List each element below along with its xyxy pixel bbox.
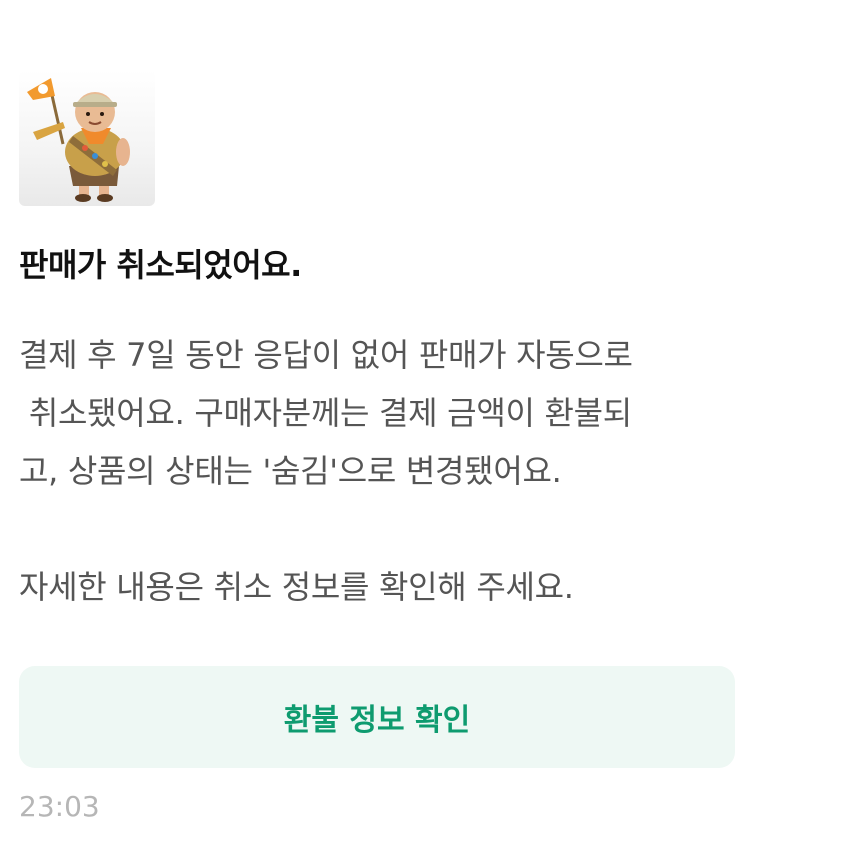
message-timestamp: 23:03 <box>19 790 100 823</box>
message-body-line: 결제 후 7일 동안 응답이 없어 판매가 자동으로 <box>19 336 633 374</box>
scout-character-image <box>19 70 155 206</box>
chat-message: 판매가 취소되었어요. 결제 후 7일 동안 응답이 없어 판매가 자동으로 취… <box>0 0 856 856</box>
message-body-line: 자세한 내용은 취소 정보를 확인해 주세요. <box>19 568 574 606</box>
message-body-line: 고, 상품의 상태는 '숨김'으로 변경됐어요. <box>19 452 562 490</box>
refund-info-button-label: 환불 정보 확인 <box>283 703 471 738</box>
message-body: 결제 후 7일 동안 응답이 없어 판매가 자동으로 취소됐어요. 구매자분께는… <box>19 326 759 616</box>
message-body-line: 취소됐어요. 구매자분께는 결제 금액이 환불되 <box>19 394 632 432</box>
scout-character-icon <box>27 78 130 202</box>
refund-info-button[interactable]: 환불 정보 확인 <box>19 666 735 768</box>
message-title: 판매가 취소되었어요. <box>19 246 302 284</box>
message-body-spacer <box>19 500 759 558</box>
